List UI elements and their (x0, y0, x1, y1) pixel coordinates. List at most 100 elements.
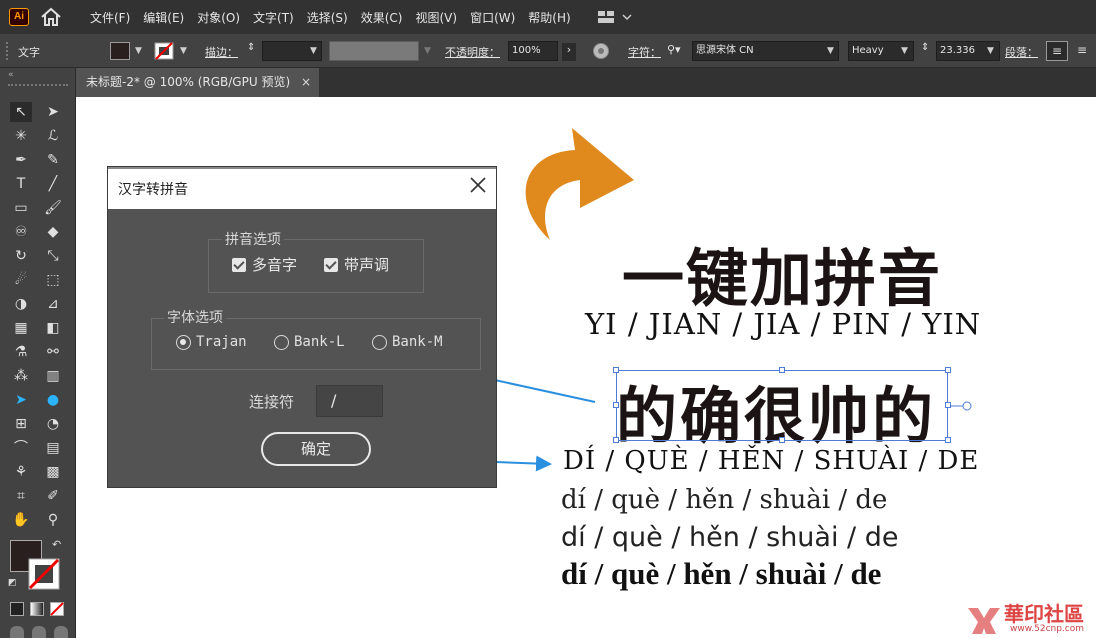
menu-edit[interactable]: 编辑(E) (143, 9, 184, 26)
radio-bank-l[interactable]: Bank-L (274, 334, 345, 350)
gradient-tool-icon[interactable]: ◧ (42, 318, 64, 338)
chevron-right-icon[interactable]: › (562, 43, 576, 61)
chevron-down-icon[interactable]: ▼ (901, 46, 908, 56)
para-label[interactable]: 段落： (1005, 44, 1038, 60)
menu-object[interactable]: 对象(O) (197, 9, 240, 26)
rotate-tool-icon[interactable]: ↻ (10, 246, 32, 266)
puppet-warp-icon[interactable]: ⚘ (10, 462, 32, 482)
color-mode-icon[interactable] (10, 602, 24, 616)
selection-handle[interactable] (945, 367, 951, 373)
joiner-input[interactable]: / (316, 385, 383, 417)
slice-tool-icon[interactable]: ◔ (42, 414, 64, 434)
selection-handle[interactable] (613, 437, 619, 443)
menu-effect[interactable]: 效果(C) (361, 9, 403, 26)
search-icon[interactable]: ⚲▾ (667, 43, 681, 56)
selection-bounding-box[interactable] (616, 370, 948, 441)
collapse-icon[interactable]: « (8, 70, 14, 80)
close-icon[interactable]: × (301, 68, 311, 97)
artboard-tool-icon[interactable]: ⊞ (10, 414, 32, 434)
swap-colors-icon[interactable]: ↶ (52, 538, 61, 551)
width-tool-icon[interactable]: ⌒ (10, 438, 32, 458)
radio-bank-m[interactable]: Bank-M (372, 334, 443, 350)
chevron-down-icon[interactable]: ▼ (987, 46, 994, 56)
lasso-icon[interactable]: ℒ (42, 126, 64, 146)
pattern-icon[interactable]: ▩ (42, 462, 64, 482)
mesh-tool-icon[interactable]: ▦ (10, 318, 32, 338)
scale-tool-icon[interactable]: ⤡ (42, 246, 64, 266)
edit-toolbar-icon[interactable] (54, 626, 68, 638)
magic-wand-icon[interactable]: ✳ (10, 126, 32, 146)
menu-window[interactable]: 窗口(W) (470, 9, 515, 26)
shaper-tool-icon[interactable]: ♾ (10, 222, 32, 242)
eraser-icon[interactable]: ◆ (42, 222, 64, 242)
close-icon[interactable] (468, 175, 488, 195)
fill-swatch[interactable] (110, 42, 130, 60)
graph-tool-icon[interactable]: ▥ (42, 366, 64, 386)
selection-handle[interactable] (613, 367, 619, 373)
eyedropper-icon[interactable]: ⚗ (10, 342, 32, 362)
radio-selected-icon[interactable] (176, 334, 191, 350)
chevron-down-icon[interactable]: ▼ (424, 46, 431, 56)
selection-tool-icon[interactable]: ↖ (10, 102, 32, 122)
gradient-mode-icon[interactable] (30, 602, 44, 616)
zoom-tool-icon[interactable]: ⚲ (42, 510, 64, 530)
screen-mode-icon[interactable] (32, 626, 46, 638)
artboard-arrow-icon[interactable]: ➤ (10, 390, 32, 410)
type-tool-icon[interactable]: T (10, 174, 32, 194)
selection-handle[interactable] (779, 437, 785, 443)
char-label[interactable]: 字符： (628, 44, 661, 60)
radio-unselected-icon[interactable] (372, 334, 387, 350)
ok-button[interactable]: 确定 (261, 432, 371, 466)
pen-tool-icon[interactable]: ✒ (10, 150, 32, 170)
selection-handle[interactable] (613, 402, 619, 408)
free-transform-icon[interactable]: ⬚ (42, 270, 64, 290)
chevron-down-icon[interactable]: ▼ (310, 46, 317, 56)
stroke-color-swatch[interactable] (28, 558, 60, 590)
stroke-none-icon[interactable] (154, 42, 174, 60)
chevron-down-icon[interactable]: ▼ (827, 46, 834, 56)
warp-tool-icon[interactable]: ☄ (10, 270, 32, 290)
menu-type[interactable]: 文字(T) (253, 9, 294, 26)
draw-mode-icon[interactable] (10, 626, 24, 638)
chevron-down-icon[interactable]: ▼ (135, 46, 142, 56)
paintbrush-icon[interactable]: 🖌 (42, 198, 64, 218)
menu-help[interactable]: 帮助(H) (528, 9, 570, 26)
chevron-down-icon[interactable]: ▼ (180, 46, 187, 56)
stepper-icon[interactable]: ⇕ (921, 42, 929, 53)
shape-builder-icon[interactable]: ◑ (10, 294, 32, 314)
recolor-globe-icon[interactable] (592, 42, 610, 60)
blend-tool-icon[interactable]: ⚯ (42, 342, 64, 362)
knife-icon[interactable]: ✐ (42, 486, 64, 506)
home-icon[interactable] (40, 7, 62, 27)
hand-tool-icon[interactable]: ✋ (10, 510, 32, 530)
checkbox-tone[interactable]: 带声调 (324, 254, 389, 275)
crop-icon[interactable]: ⌗ (10, 486, 32, 506)
workspace-switcher-icon[interactable] (597, 9, 633, 25)
line-tool-icon[interactable]: ╱ (42, 174, 64, 194)
selection-handle[interactable] (779, 367, 785, 373)
opacity-label[interactable]: 不透明度： (445, 44, 500, 60)
align-center-icon[interactable]: ≡ (1072, 41, 1092, 61)
rectangle-tool-icon[interactable]: ▭ (10, 198, 32, 218)
selection-handle[interactable] (945, 437, 951, 443)
checkbox-checked-icon[interactable] (324, 257, 338, 272)
opacity-field[interactable]: 100% (508, 41, 558, 61)
none-mode-icon[interactable] (50, 602, 64, 616)
text-out-port-icon[interactable] (950, 400, 974, 412)
document-tab[interactable]: 未标题-2* @ 100% (RGB/GPU 预览) × (76, 68, 319, 97)
default-colors-icon[interactable]: ◩ (8, 578, 17, 588)
radio-trajan[interactable]: Trajan (176, 334, 247, 350)
checkbox-multi-reading[interactable]: 多音字 (232, 254, 297, 275)
checkbox-checked-icon[interactable] (232, 257, 246, 272)
variable-width-profile[interactable] (329, 41, 419, 61)
align-left-icon[interactable]: ≡ (1046, 41, 1068, 61)
menu-view[interactable]: 视图(V) (415, 9, 457, 26)
radio-unselected-icon[interactable] (274, 334, 289, 350)
symbol-sprayer-icon[interactable]: ⁂ (10, 366, 32, 386)
perspective-grid-icon[interactable]: ⊿ (42, 294, 64, 314)
stroke-label[interactable]: 描边： (205, 44, 238, 60)
menu-file[interactable]: 文件(F) (90, 9, 130, 26)
ruler-icon[interactable]: ▤ (42, 438, 64, 458)
direct-selection-tool-icon[interactable]: ➤ (42, 102, 64, 122)
font-family-field[interactable]: 思源宋体 CN (692, 41, 839, 61)
